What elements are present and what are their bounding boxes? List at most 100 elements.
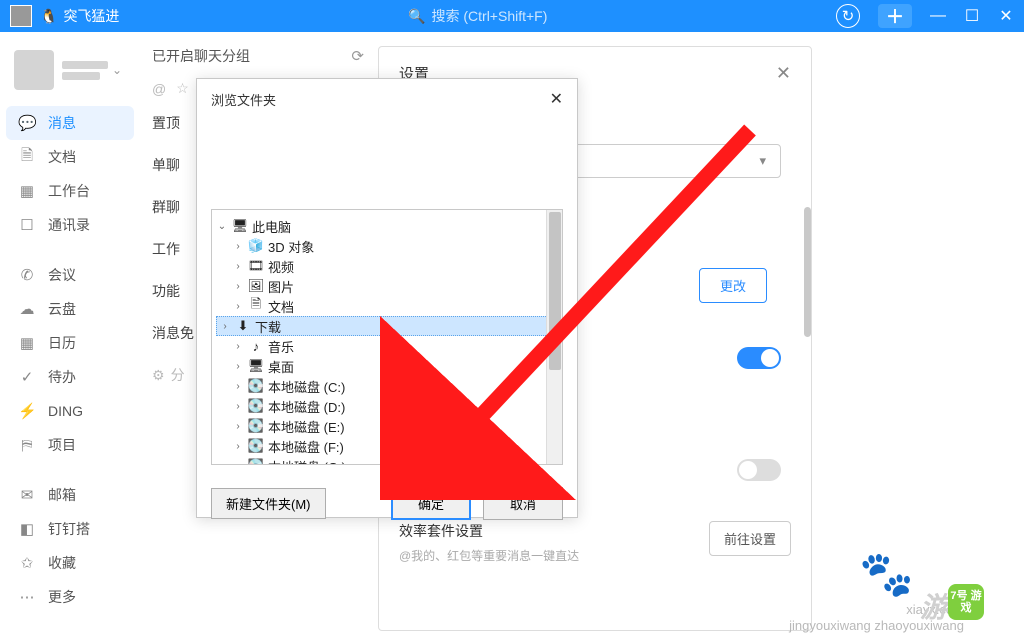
tree-row-8[interactable]: ›💽本地磁盘 (C:) (216, 376, 558, 396)
folder-icon: 🖥 (232, 218, 248, 234)
dialog-title: 浏览文件夹 (211, 90, 276, 109)
user-status-redacted (62, 72, 100, 80)
tree-row-2[interactable]: ›🎞视频 (216, 256, 558, 276)
sidebar-item-2[interactable]: ▦ 工作台 (0, 174, 140, 208)
tree-label: 音乐 (268, 337, 294, 356)
chevron-down-icon: ⌄ (112, 63, 122, 77)
change-button[interactable]: 更改 (699, 268, 767, 303)
tree-label: 桌面 (268, 357, 294, 376)
tree-row-3[interactable]: › 🖼图片 (216, 276, 558, 296)
search-icon: 🔍 (408, 8, 425, 24)
nav-label: 项目 (48, 435, 76, 455)
nav-icon: ⛿ (18, 437, 36, 454)
new-folder-button[interactable]: 新建文件夹(M) (211, 488, 326, 519)
sidebar-item-7[interactable]: ✓ 待办 (0, 360, 140, 394)
nav-icon: 💬 (18, 114, 36, 132)
app-icon: 🐧 (40, 8, 57, 25)
avatar (14, 50, 54, 90)
nav-label: 钉钉搭 (48, 519, 90, 539)
tree-row-11[interactable]: ›💽本地磁盘 (F:) (216, 436, 558, 456)
tree-label: 本地磁盘 (E:) (268, 417, 345, 436)
sidebar-item-6[interactable]: ▦日历 (0, 326, 140, 360)
folder-icon: 💽 (248, 418, 264, 434)
goto-settings-button[interactable]: 前往设置 (709, 521, 791, 556)
tree-row-12[interactable]: ›💽本地磁盘 (G:) (216, 456, 558, 465)
tree-row-5[interactable]: ›⬇下载 (216, 316, 558, 336)
tree-row-1[interactable]: ›🧊3D 对象 (216, 236, 558, 256)
sidebar-item-3[interactable]: ☐通讯录 (0, 208, 140, 242)
tree-row-10[interactable]: › 💽本地磁盘 (E:) (216, 416, 558, 436)
nav-label: 文档 (48, 147, 76, 167)
chevron-icon[interactable]: › (232, 281, 244, 292)
chevron-icon[interactable]: › (232, 241, 244, 252)
folder-icon: ⬇ (235, 318, 251, 334)
nav-label: 工作台 (48, 181, 90, 201)
tree-row-4[interactable]: ›🗎文档 (216, 296, 558, 316)
tree-label: 此电脑 (252, 217, 291, 236)
settings-row-label: 分 (171, 365, 185, 385)
nav-label: 消息 (48, 113, 76, 133)
close-icon[interactable]: ✕ (776, 63, 791, 84)
maximize-button[interactable]: ☐ (964, 6, 980, 26)
tree-row-7[interactable]: ›🖥桌面 (216, 356, 558, 376)
nav-label: 邮箱 (48, 485, 76, 505)
chevron-icon[interactable]: › (232, 341, 244, 352)
chevron-icon[interactable]: › (232, 301, 244, 312)
close-button[interactable]: ✕ (998, 6, 1014, 26)
sidebar-item-13[interactable]: ⋯更多 (0, 580, 140, 614)
chevron-icon[interactable]: › (232, 441, 244, 452)
dialog-close-icon[interactable]: ✕ (550, 89, 563, 109)
chevron-icon[interactable]: › (232, 461, 244, 466)
user-block[interactable]: ⌄ (0, 44, 140, 106)
tree-row-6[interactable]: › ♪音乐 (216, 336, 558, 356)
sidebar-item-10[interactable]: ✉邮箱 (0, 478, 140, 512)
sidebar-item-8[interactable]: ⚡DING (0, 394, 140, 428)
user-name-redacted (62, 61, 108, 69)
toggle-1[interactable] (737, 347, 781, 369)
chevron-icon[interactable]: › (219, 321, 231, 332)
chevron-icon[interactable]: › (232, 381, 244, 392)
sidebar-item-4[interactable]: ✆会议 (0, 258, 140, 292)
tree-label: 图片 (268, 277, 294, 296)
refresh-icon[interactable]: ⟳ (351, 47, 364, 65)
sidebar-item-0[interactable]: 💬 消息 (6, 106, 134, 140)
folder-icon: ♪ (248, 338, 264, 354)
sidebar-item-5[interactable]: ☁云盘 (0, 292, 140, 326)
plus-button[interactable]: ＋ (878, 4, 912, 28)
star-icon[interactable]: ☆ (176, 80, 189, 97)
tree-scrollbar[interactable] (546, 210, 562, 464)
nav-icon: ✓ (18, 368, 36, 386)
gear-icon: ⚙ (152, 367, 165, 384)
nav-icon: ✆ (18, 266, 36, 284)
toggle-2[interactable] (737, 459, 781, 481)
at-icon[interactable]: @ (152, 81, 166, 97)
user-avatar[interactable] (10, 5, 32, 27)
nav-icon: ▦ (18, 182, 36, 200)
nav-label: 待办 (48, 367, 76, 387)
nav-label: 收藏 (48, 553, 76, 573)
chevron-icon[interactable]: › (232, 421, 244, 432)
sidebar-item-1[interactable]: 🗎文档 (0, 140, 140, 174)
tree-label: 本地磁盘 (F:) (268, 437, 344, 456)
folder-icon: 🖼 (248, 278, 264, 294)
efficiency-hint: @我的、红包等重要消息一键直达 (399, 547, 579, 564)
tree-row-9[interactable]: ›💽本地磁盘 (D:) (216, 396, 558, 416)
chevron-icon[interactable]: › (232, 361, 244, 372)
sidebar-item-11[interactable]: ◧钉钉搭 (0, 512, 140, 546)
caret-down-icon: ▾ (759, 153, 766, 169)
chevron-icon[interactable]: › (232, 261, 244, 272)
chevron-icon[interactable]: ⌄ (216, 221, 228, 232)
titlebar: 🐧 突飞猛进 🔍搜索 (Ctrl+Shift+F) ↻ ＋ — ☐ ✕ (0, 0, 1024, 32)
search-input[interactable]: 🔍搜索 (Ctrl+Shift+F) (368, 2, 587, 30)
settings-scrollbar[interactable] (804, 207, 811, 337)
ok-button[interactable]: 确定 (391, 487, 471, 520)
chevron-icon[interactable]: › (232, 401, 244, 412)
sidebar-item-9[interactable]: ⛿ 项目 (0, 428, 140, 462)
cancel-button[interactable]: 取消 (483, 487, 563, 520)
nav-label: 云盘 (48, 299, 76, 319)
minimize-button[interactable]: — (930, 7, 946, 25)
history-icon[interactable]: ↻ (836, 4, 860, 28)
sidebar-item-12[interactable]: ✩收藏 (0, 546, 140, 580)
tree-row-0[interactable]: ⌄ 🖥此电脑 (216, 216, 558, 236)
folder-icon: 🧊 (248, 238, 264, 254)
